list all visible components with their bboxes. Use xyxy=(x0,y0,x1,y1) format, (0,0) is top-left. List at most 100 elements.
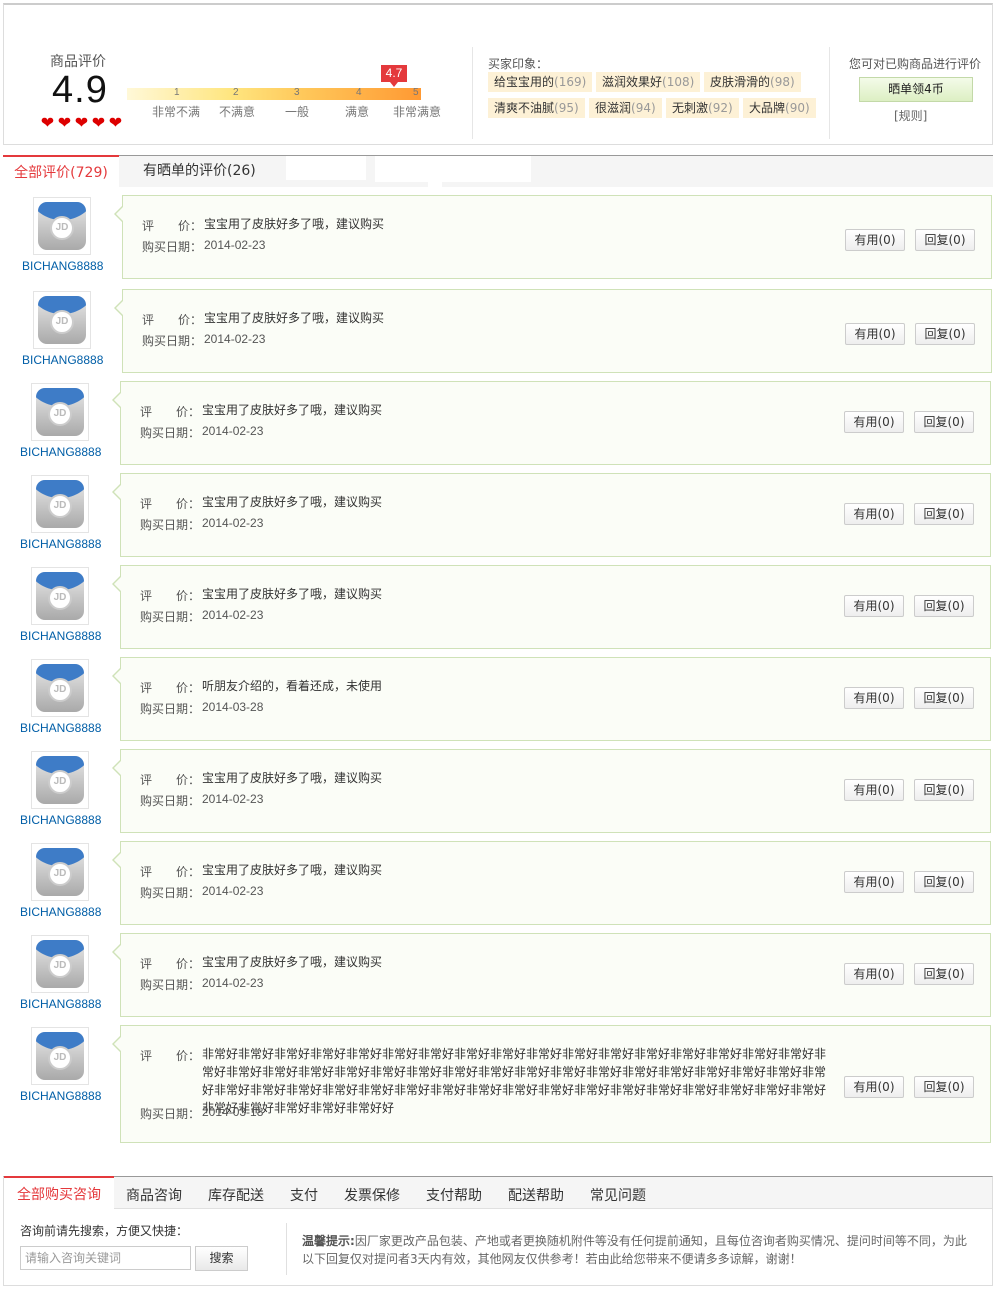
comment-item: JD BICHANG8888 评 价： 宝宝用了皮肤好多了哦，建议购买 购买日期： 201… xyxy=(0,381,1000,467)
avatar[interactable]: JD xyxy=(31,383,89,441)
avatar[interactable]: JD xyxy=(33,291,91,349)
username[interactable]: BICHANG8888 xyxy=(20,537,101,551)
avatar[interactable]: JD xyxy=(31,935,89,993)
impression-tag[interactable]: 大品牌(90) xyxy=(743,98,816,118)
impression-tag[interactable]: 滋润效果好(108) xyxy=(596,72,701,92)
username[interactable]: BICHANG8888 xyxy=(22,353,103,367)
tab-payment[interactable]: 支付 xyxy=(290,1177,318,1209)
avatar[interactable]: JD xyxy=(33,197,91,255)
tab-invoice-warranty[interactable]: 发票保修 xyxy=(344,1177,400,1209)
purchase-date: 2014-02-23 xyxy=(202,516,264,530)
username[interactable]: BICHANG8888 xyxy=(20,905,101,919)
comment-item: JD BICHANG8888 评 价： 宝宝用了皮肤好多了哦，建议购买 购买日期： 201… xyxy=(0,289,1000,375)
tag-text: 给宝宝用的 xyxy=(494,75,555,89)
jd-avatar-icon: JD xyxy=(36,572,84,620)
avatar[interactable]: JD xyxy=(31,1027,89,1085)
impression-tag[interactable]: 清爽不油腻(95) xyxy=(488,98,585,118)
reply-button[interactable]: 回复(0) xyxy=(914,687,974,709)
comment-item: JD BICHANG8888 评 价： 听朋友介绍的，看着还成，未使用 购买日期： 201… xyxy=(0,657,1000,743)
useful-button[interactable]: 有用(0) xyxy=(844,503,904,525)
tag-text: 无刺激 xyxy=(672,101,709,115)
date-label: 购买日期： xyxy=(140,426,201,440)
username[interactable]: BICHANG8888 xyxy=(20,445,101,459)
username[interactable]: BICHANG8888 xyxy=(20,629,101,643)
purchase-date: 2014-02-23 xyxy=(202,608,264,622)
search-button[interactable]: 搜索 xyxy=(195,1246,248,1271)
tab-delivery-help[interactable]: 配送帮助 xyxy=(508,1177,564,1209)
useful-button[interactable]: 有用(0) xyxy=(844,411,904,433)
scale-word: 非常满意 xyxy=(393,105,442,119)
tip-title: 温馨提示: xyxy=(302,1234,355,1248)
reply-button[interactable]: 回复(0) xyxy=(914,503,974,525)
tag-count: (98) xyxy=(770,75,795,89)
scale-number: 5 xyxy=(413,87,419,98)
scale-word: 不满意 xyxy=(219,105,256,119)
tag-count: (94) xyxy=(631,101,656,115)
useful-button[interactable]: 有用(0) xyxy=(844,779,904,801)
jd-avatar-icon: JD xyxy=(36,480,84,528)
useful-button[interactable]: 有用(0) xyxy=(844,687,904,709)
tab-faq[interactable]: 常见问题 xyxy=(590,1177,646,1209)
useful-button[interactable]: 有用(0) xyxy=(844,1076,904,1098)
username[interactable]: BICHANG8888 xyxy=(22,259,103,273)
username[interactable]: BICHANG8888 xyxy=(20,721,101,735)
rules-link[interactable]: [规则] xyxy=(894,107,927,124)
avatar[interactable]: JD xyxy=(31,567,89,625)
avatar[interactable]: JD xyxy=(31,475,89,533)
purchase-date: 2014-02-23 xyxy=(204,332,266,346)
rating-summary: 商品评价 4.9 ❤ ❤ ❤ ❤ ❤ 4.7 1 2 3 4 5 非常不满 不满意 一般… xyxy=(3,3,993,145)
reply-button[interactable]: 回复(0) xyxy=(914,595,974,617)
jd-coin-icon: JD xyxy=(48,678,72,702)
jd-coin-icon: JD xyxy=(50,216,74,240)
purchase-date: 2014-02-23 xyxy=(202,792,264,806)
scale-number: 1 xyxy=(174,87,180,98)
review-label: 评 价： xyxy=(142,313,203,327)
tab-product-consult[interactable]: 商品咨询 xyxy=(126,1177,182,1209)
reply-button[interactable]: 回复(0) xyxy=(914,411,974,433)
tag-text: 滋润效果好 xyxy=(602,75,663,89)
tab-payment-help[interactable]: 支付帮助 xyxy=(426,1177,482,1209)
username[interactable]: BICHANG8888 xyxy=(20,997,101,1011)
jd-avatar-icon: JD xyxy=(36,388,84,436)
useful-button[interactable]: 有用(0) xyxy=(845,323,905,345)
scale-number: 4 xyxy=(356,87,362,98)
jd-avatar-icon: JD xyxy=(38,202,86,250)
reply-button[interactable]: 回复(0) xyxy=(915,229,975,251)
useful-button[interactable]: 有用(0) xyxy=(844,871,904,893)
jd-coin-icon: JD xyxy=(48,862,72,886)
tab-all-comments[interactable]: 全部评价(729) xyxy=(3,155,119,187)
avatar[interactable]: JD xyxy=(31,659,89,717)
username[interactable]: BICHANG8888 xyxy=(20,1089,101,1103)
useful-button[interactable]: 有用(0) xyxy=(844,963,904,985)
tab-stock-delivery[interactable]: 库存配送 xyxy=(208,1177,264,1209)
date-label: 购买日期： xyxy=(142,334,203,348)
scale-word: 非常不满 xyxy=(152,105,201,119)
impression-tag[interactable]: 很滋润(94) xyxy=(589,98,662,118)
useful-button[interactable]: 有用(0) xyxy=(844,595,904,617)
consult-tabs: 全部购买咨询 商品咨询 库存配送 支付 发票保修 支付帮助 配送帮助 常见问题 xyxy=(4,1176,992,1209)
scale-word: 满意 xyxy=(345,105,370,119)
review-text: 宝宝用了皮肤好多了哦，建议购买 xyxy=(202,955,383,969)
username[interactable]: BICHANG8888 xyxy=(20,813,101,827)
useful-button[interactable]: 有用(0) xyxy=(845,229,905,251)
share-order-button[interactable]: 晒单领4币 xyxy=(859,77,973,102)
impression-tag[interactable]: 无刺激(92) xyxy=(666,98,739,118)
purchase-date: 2014-02-23 xyxy=(204,238,266,252)
avatar[interactable]: JD xyxy=(31,843,89,901)
reply-button[interactable]: 回复(0) xyxy=(914,871,974,893)
reply-button[interactable]: 回复(0) xyxy=(914,963,974,985)
reply-button[interactable]: 回复(0) xyxy=(915,323,975,345)
date-label: 购买日期： xyxy=(140,886,201,900)
reply-button[interactable]: 回复(0) xyxy=(914,779,974,801)
comment-box: 评 价： 宝宝用了皮肤好多了哦，建议购买 购买日期： 2014-02-23 有用(0) 回… xyxy=(112,749,991,833)
scale-number: 2 xyxy=(233,87,239,98)
comment-box: 评 价： 非常好非常好非常好非常好非常好非常好非常好非常好非常好非常好非常好非常好… xyxy=(112,1025,991,1143)
consult-search-input[interactable] xyxy=(20,1246,191,1270)
tab-all-consult[interactable]: 全部购买咨询 xyxy=(4,1176,114,1209)
tab-photo-comments[interactable]: 有晒单的评价(26) xyxy=(129,155,270,187)
impression-tag[interactable]: 皮肤滑滑的(98) xyxy=(704,72,801,92)
reply-button[interactable]: 回复(0) xyxy=(914,1076,974,1098)
avatar[interactable]: JD xyxy=(31,751,89,809)
impression-tag[interactable]: 给宝宝用的(169) xyxy=(488,72,593,92)
review-text: 宝宝用了皮肤好多了哦，建议购买 xyxy=(204,217,385,231)
